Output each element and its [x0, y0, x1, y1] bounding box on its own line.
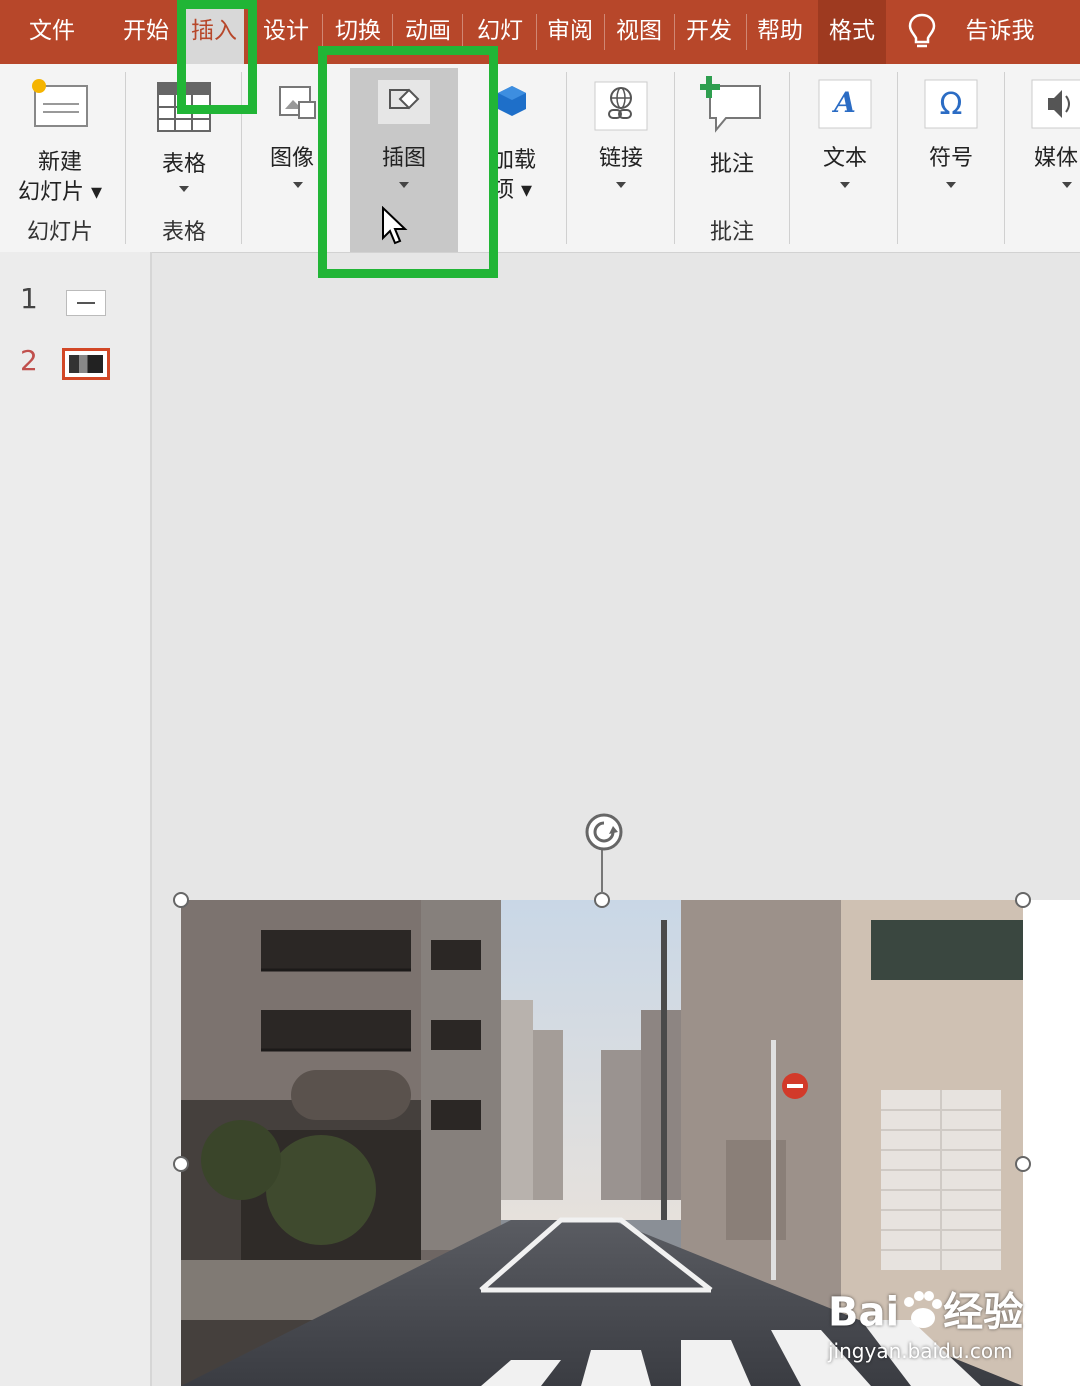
svg-text:A: A — [831, 86, 856, 119]
watermark-url: jingyan.baidu.com — [828, 1339, 1013, 1363]
new-comment-icon — [698, 74, 764, 140]
tab-review[interactable]: 审阅 — [538, 0, 602, 64]
resize-handle-top[interactable] — [594, 892, 610, 908]
watermark-brand: Bai — [828, 1289, 900, 1336]
new-slide-button[interactable]: 新建 幻灯片 ▾ — [8, 64, 112, 205]
tab-home[interactable]: 开始 — [110, 0, 182, 64]
addins-label-2: 项 ▾ — [492, 178, 533, 203]
comment-button[interactable]: 批注 — [682, 64, 782, 204]
media-button[interactable]: 媒体 — [1018, 64, 1080, 204]
resize-handle-top-left[interactable] — [173, 892, 189, 908]
group-label-slides: 幻灯片 — [26, 220, 93, 245]
addins-button[interactable]: 加载 项 ▾ — [490, 64, 560, 204]
tab-developer[interactable]: 开发 — [676, 0, 742, 64]
link-icon — [593, 80, 649, 138]
tab-format[interactable]: 格式 — [818, 0, 886, 64]
tab-design[interactable]: 设计 — [254, 0, 318, 64]
speaker-icon — [1030, 78, 1080, 136]
resize-handle-left[interactable] — [173, 1156, 189, 1172]
baidu-watermark: Bai 经验 jingyan.baidu.com — [828, 1289, 1028, 1364]
highlight-illustrations — [318, 46, 498, 278]
slide-thumbnail-2[interactable] — [62, 348, 110, 380]
links-label: 链接 — [598, 146, 643, 171]
symbols-button[interactable]: Ω 符号 — [906, 64, 996, 204]
tell-me-search[interactable]: 告诉我 — [950, 0, 1050, 64]
svg-text:Ω: Ω — [940, 87, 963, 122]
addins-store-icon — [495, 82, 529, 126]
links-button[interactable]: 链接 — [578, 64, 664, 204]
text-label: 文本 — [822, 146, 867, 171]
group-label-tables: 表格 — [161, 220, 206, 245]
slide-thumbnail-1[interactable] — [66, 290, 106, 316]
watermark-brand-2: 经验 — [943, 1289, 1024, 1336]
tab-file[interactable]: 文件 — [16, 0, 88, 64]
ribbon-tab-bar: 文件 开始 插入 设计 切换 动画 幻灯 审阅 视图 开发 帮助 格式 告诉我 — [0, 0, 1080, 64]
tab-help[interactable]: 帮助 — [748, 0, 812, 64]
resize-handle-top-right[interactable] — [1015, 892, 1031, 908]
text-button[interactable]: A 文本 — [800, 64, 890, 204]
slide-number-2: 2 — [20, 344, 38, 377]
slide-number-1: 1 — [20, 282, 38, 315]
comment-label: 批注 — [709, 152, 754, 177]
omega-icon: Ω — [923, 78, 979, 136]
ribbon-insert: 新建 幻灯片 ▾ 幻灯片 表格 表格 图像 插图 加载 项 ▾ 链接 批注 批注… — [0, 64, 1080, 253]
images-icon — [277, 82, 317, 128]
rotate-icon[interactable] — [580, 808, 630, 858]
resize-handle-right[interactable] — [1015, 1156, 1031, 1172]
symbols-label: 符号 — [928, 146, 973, 171]
new-slide-label-2: 幻灯片 ▾ — [17, 180, 103, 205]
slide-thumbnail-pane: 1 2 — [0, 252, 152, 1386]
new-slide-icon — [29, 76, 91, 138]
text-box-icon: A — [817, 78, 873, 136]
lightbulb-icon[interactable] — [900, 0, 944, 64]
media-label: 媒体 — [1034, 146, 1079, 171]
group-label-comments: 批注 — [709, 220, 754, 245]
addins-label-1: 加载 — [492, 148, 537, 173]
slide-canvas-edge — [1023, 900, 1080, 1386]
highlight-insert-tab — [177, 0, 257, 114]
paw-icon — [899, 1290, 943, 1339]
new-slide-label-1: 新建 — [37, 150, 82, 175]
table-label: 表格 — [161, 152, 206, 177]
tab-view[interactable]: 视图 — [606, 0, 672, 64]
